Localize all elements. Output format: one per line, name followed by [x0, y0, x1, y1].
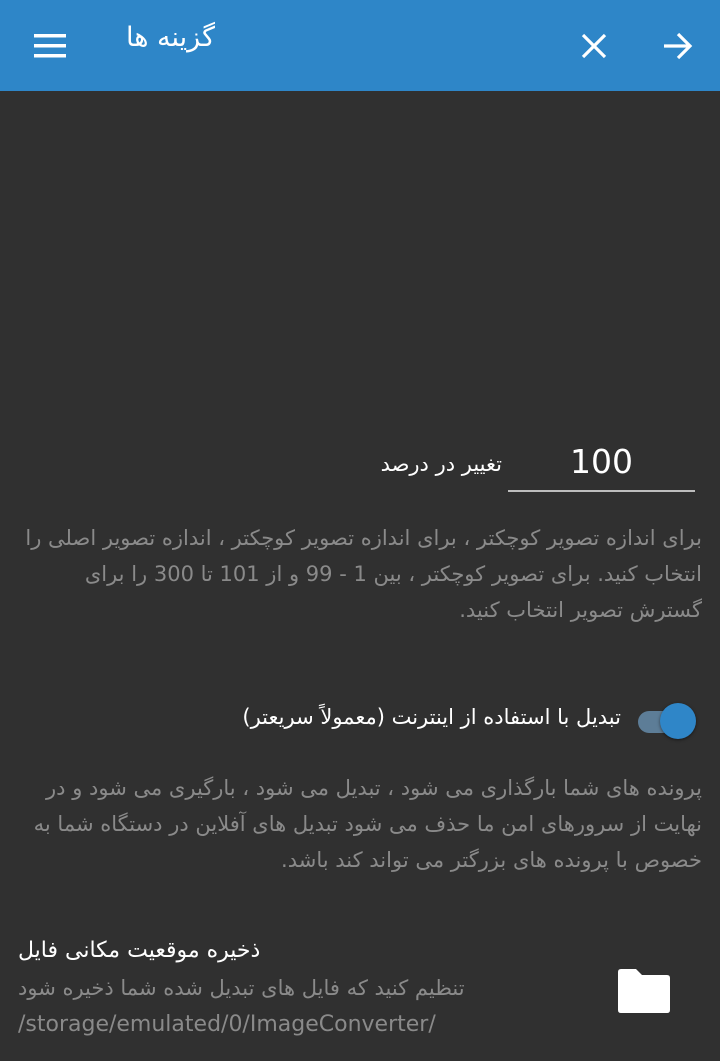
close-icon[interactable]: [572, 0, 616, 91]
resize-percent-field[interactable]: 100: [508, 438, 695, 492]
online-convert-label: تبدیل با استفاده از اینترنت (معمولاً سری…: [242, 705, 621, 729]
online-convert-help-text: پرونده های شما بارگذاری می شود ، تبدیل م…: [33, 776, 702, 872]
save-location-path: /storage/emulated/0/ImageConverter/: [18, 1012, 436, 1037]
save-location-title: ذخیره موقعیت مکانی فایل: [18, 938, 261, 963]
folder-icon[interactable]: [614, 966, 674, 1016]
save-location-description: تنظیم کنید که فایل های تبدیل شده شما ذخی…: [18, 976, 465, 1000]
menu-icon[interactable]: [28, 0, 72, 91]
resize-help-text: برای اندازه تصویر کوچکتر ، برای اندازه ت…: [25, 526, 702, 622]
app-bar: گزینه ها: [0, 0, 720, 91]
arrow-forward-icon[interactable]: [656, 0, 700, 91]
page-title: گزینه ها: [126, 22, 215, 53]
resize-percent-label: تغییر در درصد: [380, 452, 502, 476]
toggle-thumb[interactable]: [660, 703, 696, 739]
resize-percent-value[interactable]: 100: [508, 442, 695, 481]
